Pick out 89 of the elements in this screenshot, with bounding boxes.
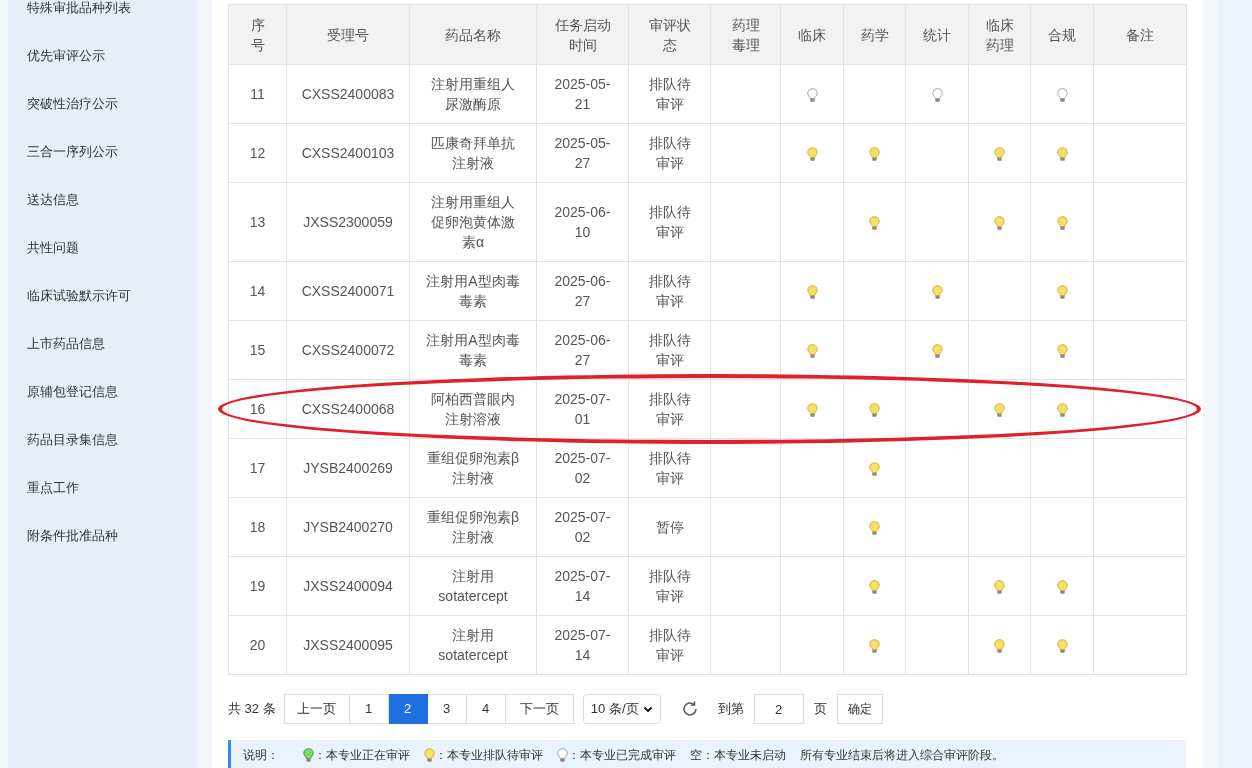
table-cell: 注射用重组人尿激酶原 [409,64,537,124]
table-cell: 阿柏西普眼内注射溶液 [409,379,537,439]
table-cell: CXSS2400068 [286,379,410,439]
table-cell: 13 [228,182,287,262]
table-cell: 排队待审评 [628,261,711,321]
table-cell: 11 [228,64,287,124]
page-size-select[interactable]: 10 条/页 [582,694,661,724]
table-cell: 2025-07-14 [536,556,629,616]
table-cell: JXSS2300059 [286,182,410,262]
legend-title: 说明： [243,747,279,764]
sidebar-link[interactable]: 特殊审批品种列表 [27,0,131,18]
page-unit-label: 页 [813,700,827,719]
table-cell: 重组促卵泡素β注射液 [409,497,537,557]
column-header: 药理毒理 [710,4,781,65]
table-cell: JXSS2400094 [286,556,410,616]
table-cell: 14 [228,261,287,321]
table-cell: 2025-07-02 [536,497,629,557]
column-header: 临床 [780,4,844,65]
sidebar-link[interactable]: 附条件批准品种 [27,526,118,546]
page-button[interactable]: 4 [466,694,506,724]
legend-text: ：本专业排队待审评 [435,747,543,764]
sidebar-link[interactable]: 药品目录集信息 [27,430,118,450]
table-cell: 17 [228,438,287,498]
sidebar-link[interactable]: 送达信息 [27,190,79,210]
column-header: 任务启动时间 [536,4,629,65]
column-header: 药学 [843,4,906,65]
sidebar-link[interactable]: 三合一序列公示 [27,142,118,162]
column-header: 统计 [905,4,969,65]
sidebar-link[interactable]: 上市药品信息 [27,334,105,354]
table-cell: 2025-06-27 [536,261,629,321]
table-cell: 注射用A型肉毒毒素 [409,320,537,380]
sidebar-link[interactable]: 突破性治疗公示 [27,94,118,114]
table-cell: JYSB2400269 [286,438,410,498]
table-cell: CXSS2400071 [286,261,410,321]
table-cell: CXSS2400072 [286,320,410,380]
page-button[interactable]: 3 [427,694,467,724]
column-header: 临床药理 [968,4,1031,65]
column-header: 受理号 [286,4,410,65]
sidebar-link[interactable]: 重点工作 [27,478,79,498]
table-cell: 排队待审评 [628,123,711,183]
table-cell: 2025-07-14 [536,615,629,675]
sidebar-link[interactable]: 临床试验默示许可 [27,286,131,306]
table-cell: 注射用sotatercept [409,556,537,616]
page-number-field[interactable]: 2 [753,694,804,724]
table-cell: CXSS2400103 [286,123,410,183]
column-header: 备注 [1093,4,1187,65]
legend-text: 所有专业结束后将进入综合审评阶段。 [800,747,1004,764]
table-cell: 注射用sotatercept [409,615,537,675]
table-cell: 注射用A型肉毒毒素 [409,261,537,321]
prev-page-button[interactable]: 上一页 [283,694,350,724]
table-cell: CXSS2400083 [286,64,410,124]
table-cell: 排队待审评 [628,320,711,380]
column-header: 序号 [228,4,287,65]
table-cell: 排队待审评 [628,438,711,498]
table-cell: 注射用重组人促卵泡黄体激素α [409,182,537,262]
table-cell: 19 [228,556,287,616]
table-cell: 排队待审评 [628,379,711,439]
table-cell: 排队待审评 [628,64,711,124]
next-page-button[interactable]: 下一页 [505,694,574,724]
page-button[interactable]: 1 [349,694,389,724]
table-cell: 2025-05-27 [536,123,629,183]
column-header: 药品名称 [409,4,537,65]
total-count: 共 32 条 [228,700,276,719]
table-cell: 排队待审评 [628,556,711,616]
table-cell: 排队待审评 [628,615,711,675]
table-cell: JYSB2400270 [286,497,410,557]
table-cell: 暂停 [628,497,711,557]
legend-text: ：本专业已完成审评 [568,747,676,764]
page-button[interactable]: 2 [388,694,428,724]
table-cell: 18 [228,497,287,557]
legend-text: 空：本专业未启动 [690,747,786,764]
refresh-icon[interactable] [680,700,699,718]
confirm-button[interactable]: 确定 [836,694,883,724]
table-cell: JXSS2400095 [286,615,410,675]
table-cell: 排队待审评 [628,182,711,262]
table-cell: 2025-05-21 [536,64,629,124]
sidebar-link[interactable]: 优先审评公示 [27,46,105,66]
table-cell: 12 [228,123,287,183]
column-header: 审评状态 [628,4,711,65]
sidebar-link[interactable]: 共性问题 [27,238,79,258]
table-cell: 2025-06-10 [536,182,629,262]
chevron-down-icon [642,705,653,713]
table-cell: 匹康奇拜单抗注射液 [409,123,537,183]
sidebar-link[interactable]: 原辅包登记信息 [27,382,118,402]
table-cell: 15 [228,320,287,380]
table-cell: 20 [228,615,287,675]
legend-text: ：本专业正在审评 [314,747,410,764]
column-header: 合规 [1030,4,1094,65]
goto-label: 到第 [717,700,744,719]
